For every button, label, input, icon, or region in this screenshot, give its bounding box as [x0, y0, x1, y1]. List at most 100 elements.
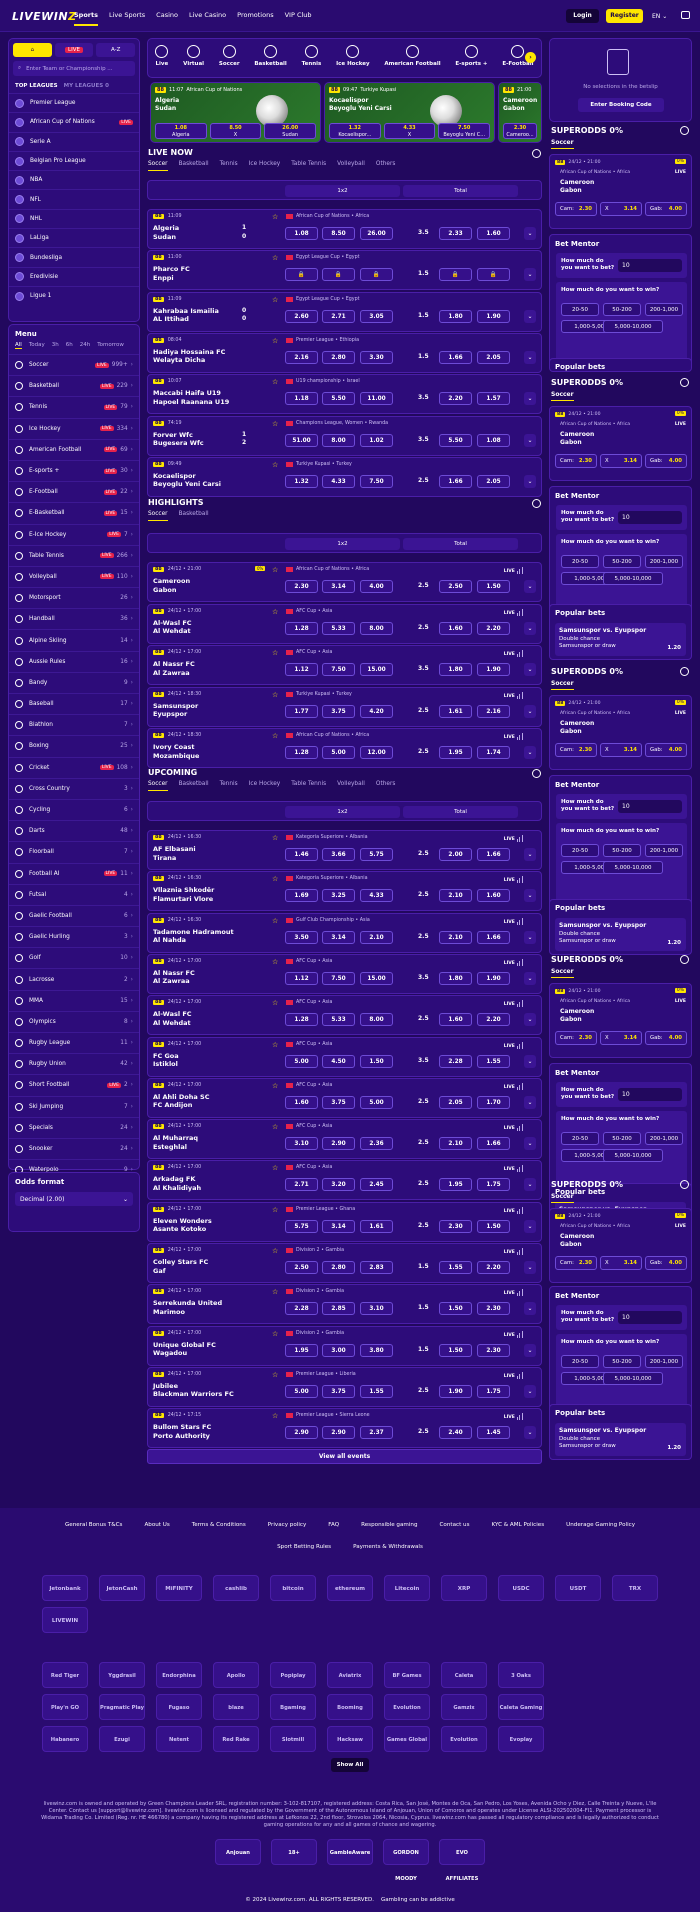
provider-logo[interactable]: Bgaming	[270, 1694, 316, 1720]
odd-button[interactable]: X 3.14	[600, 454, 642, 468]
star-icon[interactable]: ☆	[272, 834, 278, 842]
footer-link[interactable]: Terms & Conditions	[192, 1522, 246, 1528]
odd-button[interactable]: 1.95	[439, 746, 472, 759]
language-selector[interactable]: EN ⌄	[652, 13, 667, 20]
sport-tab[interactable]: Others	[376, 781, 395, 791]
chevron-down-icon[interactable]: ⌄	[524, 889, 536, 903]
win-chip[interactable]: 5,000-10,000	[603, 1372, 663, 1385]
match-row[interactable]: 88 24/12 • 17:00 ☆ Division 2 • Gambia Serre…	[147, 1284, 542, 1325]
odd-button[interactable]: 1.60	[439, 621, 472, 635]
provider-logo[interactable]: Apollo	[213, 1662, 259, 1688]
odd-button[interactable]: 3.80	[360, 1343, 393, 1357]
odd-button[interactable]: 1.90	[477, 663, 510, 676]
license-badge[interactable]: 18+	[271, 1839, 317, 1865]
odd-button[interactable]: 1.50	[477, 580, 510, 593]
odd-button[interactable]: 51.00	[285, 433, 318, 447]
sport-item[interactable]: Cross Country 3 ›	[9, 777, 139, 799]
footer-link[interactable]: Contact us	[440, 1522, 470, 1528]
star-icon[interactable]: ☆	[272, 420, 278, 428]
odd-button[interactable]: 2.28	[439, 1054, 472, 1068]
sport-item[interactable]: Ski Jumping 7 ›	[9, 1095, 139, 1117]
odd-button[interactable]: 2.16	[477, 704, 510, 718]
superodds-tab[interactable]: Soccer	[551, 680, 574, 690]
bet-amount-input[interactable]: 10	[618, 259, 682, 272]
odd-button[interactable]: 3.05	[360, 309, 393, 323]
odd-button[interactable]: 1.60	[285, 1095, 318, 1109]
odd-button[interactable]: 1.75	[477, 1178, 510, 1192]
show-all-button[interactable]: Show All	[331, 1758, 369, 1772]
star-icon[interactable]: ☆	[272, 254, 278, 262]
odd-button[interactable]: 2.50	[285, 1261, 318, 1274]
odd-button[interactable]: 2.90	[322, 1137, 355, 1151]
sport-item[interactable]: Motorsport 26 ›	[9, 587, 139, 608]
odd-button[interactable]: X 3.14	[600, 202, 642, 216]
chevron-down-icon[interactable]: ⌄	[524, 580, 536, 593]
odd-button[interactable]: 2.30 Cameroo...	[503, 123, 537, 139]
odd-button[interactable]: 2.85	[322, 1302, 355, 1316]
superodds-card[interactable]: 88 24/12 • 21:00 0% African Cup of Nations …	[549, 983, 692, 1058]
odd-button[interactable]: X 3.14	[600, 1031, 642, 1045]
sport-tab[interactable]: Ice Hockey	[249, 781, 281, 791]
odd-button[interactable]: 3.10	[360, 1302, 393, 1316]
win-chip[interactable]: 5,000-10,000	[603, 320, 663, 333]
league-item[interactable]: NBA	[9, 170, 139, 189]
odd-button[interactable]: 🔒	[477, 268, 510, 282]
bet-amount-input[interactable]: 10	[618, 800, 682, 813]
nav-item-live-sports[interactable]: Live Sports	[109, 11, 145, 26]
sport-item[interactable]: MMA 15 ›	[9, 989, 139, 1011]
featured-match-card[interactable]: 88 11:07 African Cup of Nations Algeria Suda…	[150, 82, 321, 143]
odd-button[interactable]: 4.33 X	[383, 123, 436, 139]
settings-icon[interactable]	[532, 149, 541, 158]
sport-tab[interactable]: Soccer	[148, 161, 168, 171]
sport-item[interactable]: Cycling 6 ›	[9, 798, 139, 820]
odd-button[interactable]: 5.00	[285, 1384, 318, 1398]
odd-button[interactable]: 5.33	[322, 621, 355, 635]
odd-button[interactable]: 4.50	[322, 1054, 355, 1068]
time-filter[interactable]: All	[15, 342, 22, 349]
odd-button[interactable]: 2.30	[477, 1302, 510, 1316]
odd-button[interactable]: Gab: 4.00	[645, 1256, 687, 1270]
odd-button[interactable]: 3.50	[285, 930, 318, 944]
star-icon[interactable]: ☆	[272, 337, 278, 345]
tab-my-leagues[interactable]: MY LEAGUES 0	[64, 83, 109, 89]
chevron-down-icon[interactable]: ⌄	[524, 309, 536, 323]
chevron-down-icon[interactable]: ⌄	[524, 350, 536, 364]
provider-logo[interactable]: 3 Oaks	[498, 1662, 544, 1688]
provider-logo[interactable]: Fugaso	[156, 1694, 202, 1720]
odd-button[interactable]: Cam: 2.30	[555, 1256, 597, 1270]
odd-button[interactable]: 1.46	[285, 848, 318, 861]
match-row[interactable]: 88 24/12 • 17:15 ☆ Premier League • Sierra …	[147, 1408, 542, 1449]
odd-button[interactable]: 1.28	[285, 621, 318, 635]
provider-logo[interactable]: Red Tiger	[42, 1662, 88, 1688]
odd-button[interactable]: 2.71	[322, 309, 355, 323]
footer-link[interactable]: About Us	[144, 1522, 169, 1528]
odd-button[interactable]: 4.33	[360, 889, 393, 903]
sport-item[interactable]: Aussie Rules 16 ›	[9, 650, 139, 672]
chevron-right-icon[interactable]: ›	[525, 52, 536, 63]
odd-button[interactable]: 3.00	[322, 1343, 355, 1357]
odd-button[interactable]: 1.66	[477, 848, 510, 861]
odd-button[interactable]: 2.80	[322, 1261, 355, 1274]
win-chip[interactable]: 5,000-10,000	[603, 572, 663, 585]
chevron-down-icon[interactable]: ⌄	[524, 433, 536, 447]
chevron-down-icon[interactable]: ⌄	[524, 1261, 536, 1274]
league-item[interactable]: Premier League	[9, 93, 139, 112]
nav-item-sports[interactable]: Sports	[74, 11, 98, 26]
tab-az[interactable]: A-Z	[96, 43, 136, 57]
bet-amount-input[interactable]: 10	[618, 1088, 682, 1101]
win-chip[interactable]: 20-50	[561, 303, 599, 316]
odd-button[interactable]: 1.95	[285, 1343, 318, 1357]
odd-button[interactable]: 3.75	[322, 704, 355, 718]
win-chip[interactable]: 200-1,000	[645, 1355, 683, 1368]
star-icon[interactable]: ☆	[272, 461, 278, 469]
provider-logo[interactable]: BF Games	[384, 1662, 430, 1688]
odd-button[interactable]: 2.30	[439, 1219, 472, 1233]
footer-link[interactable]: Responsible gaming	[361, 1522, 417, 1528]
odd-button[interactable]: 3.14	[322, 930, 355, 944]
odd-button[interactable]: 4.20	[360, 704, 393, 718]
odd-button[interactable]: 2.90	[285, 1426, 318, 1440]
market-select-total[interactable]: Total	[403, 806, 518, 818]
match-row[interactable]: 88 24/12 • 17:00 ☆ AFC Cup • Asia Al Ahli Do…	[147, 1077, 542, 1118]
odd-button[interactable]: 2.60	[285, 309, 318, 323]
star-icon[interactable]: ☆	[272, 1412, 278, 1420]
